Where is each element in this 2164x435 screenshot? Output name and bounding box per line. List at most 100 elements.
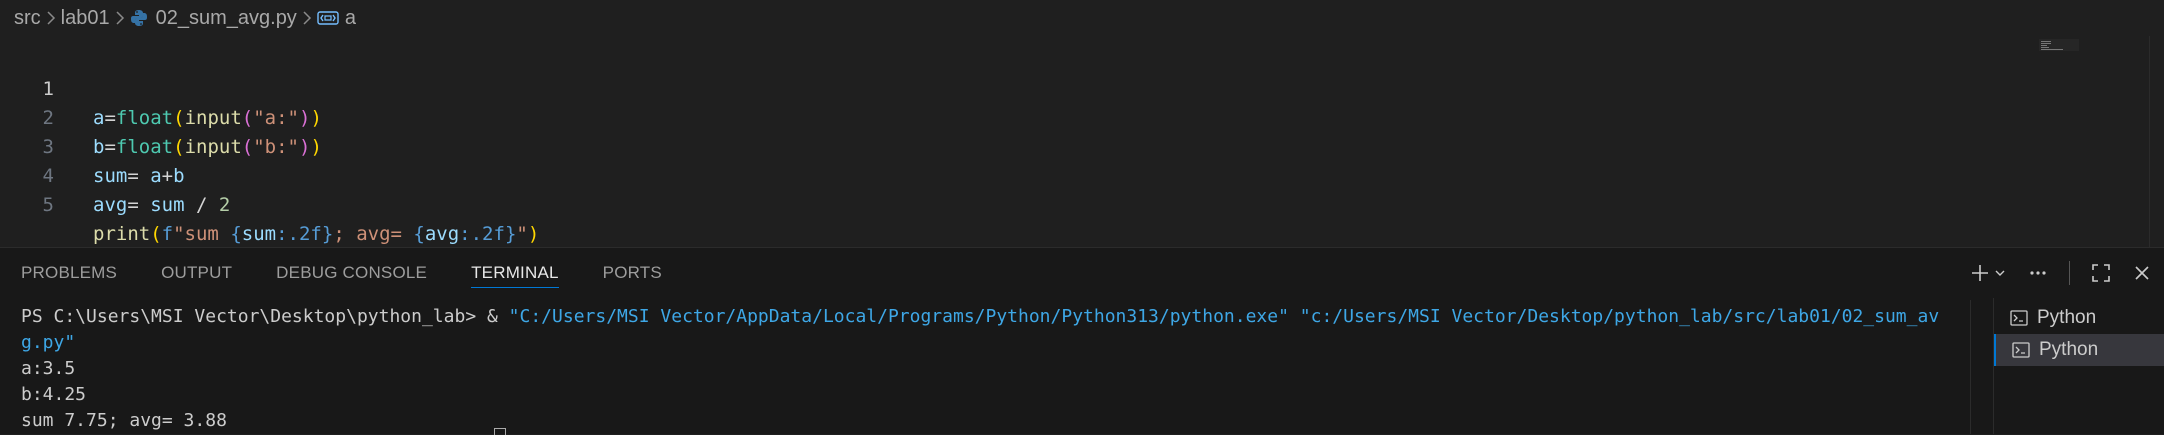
close-panel-button[interactable] xyxy=(2132,259,2152,287)
token: :.2f xyxy=(276,223,322,245)
token: = xyxy=(104,107,116,129)
token: b xyxy=(93,136,105,158)
token: b xyxy=(173,165,185,187)
token: } xyxy=(321,223,334,245)
terminal-script-path-wrap: g.py" xyxy=(21,332,76,353)
breadcrumb-file[interactable]: 02_sum_avg.py xyxy=(130,7,297,30)
breadcrumb-lab01[interactable]: lab01 xyxy=(61,7,110,30)
terminal-list-label: Python xyxy=(2037,307,2097,328)
variable-symbol-icon xyxy=(317,11,339,25)
token: = xyxy=(104,136,116,158)
toolbar-divider xyxy=(2069,261,2070,285)
token: avg xyxy=(93,194,128,216)
token: avg xyxy=(424,223,460,245)
maximize-panel-button[interactable] xyxy=(2090,259,2112,287)
chevron-right-icon xyxy=(110,7,130,30)
token: float xyxy=(115,136,174,158)
token: + xyxy=(161,165,174,187)
terminal-output-line: b:4.25 xyxy=(21,384,87,405)
tab-problems[interactable]: PROBLEMS xyxy=(21,248,117,298)
token: sum xyxy=(93,165,128,187)
token: float xyxy=(115,107,174,129)
terminal-command-line: PS C:\Users\MSI Vector\Desktop\python_la… xyxy=(21,304,1939,330)
token: ( xyxy=(173,107,185,129)
terminal-list-item[interactable]: Python xyxy=(1994,302,2164,334)
token: print xyxy=(93,223,151,245)
token: ( xyxy=(241,107,254,129)
token: input xyxy=(184,107,242,129)
chevron-right-icon xyxy=(297,7,317,30)
token: / xyxy=(184,194,219,216)
terminal-list: Python Python xyxy=(1993,298,2164,434)
token: input xyxy=(184,136,242,158)
tab-output[interactable]: OUTPUT xyxy=(161,248,232,298)
token: 2 xyxy=(218,194,231,216)
token: ) xyxy=(527,223,540,245)
breadcrumb-src[interactable]: src xyxy=(14,7,41,30)
token: "a:" xyxy=(253,107,299,129)
token: ( xyxy=(241,136,254,158)
panel-tabs: PROBLEMS OUTPUT DEBUG CONSOLE TERMINAL P… xyxy=(0,248,706,298)
plus-icon xyxy=(1972,265,1988,281)
editor-scrollbar[interactable] xyxy=(2149,36,2164,247)
code-editor[interactable]: 1 a=float(input("a:")) 2 b=float(input("… xyxy=(0,36,2164,247)
terminal-space xyxy=(1289,306,1300,327)
code-line-1[interactable]: 1 a=float(input("a:")) xyxy=(0,46,322,129)
token: ) xyxy=(310,107,322,129)
token: " xyxy=(516,223,528,245)
terminal-prompt: PS C:\Users\MSI Vector\Desktop\python_la… xyxy=(21,306,509,327)
maximize-icon xyxy=(2092,264,2110,282)
chevron-down-icon xyxy=(1995,270,2005,276)
token: = xyxy=(127,194,151,216)
tab-ports[interactable]: PORTS xyxy=(603,248,662,298)
terminal-output[interactable]: PS C:\Users\MSI Vector\Desktop\python_la… xyxy=(0,298,1975,434)
panel-actions xyxy=(1969,248,2152,298)
code-line-4[interactable]: 4 avg= sum / 2 xyxy=(0,133,231,216)
python-file-icon xyxy=(130,10,147,27)
breadcrumb-file-label: 02_sum_avg.py xyxy=(155,6,297,29)
terminal-icon xyxy=(2012,342,2030,358)
code-line-5[interactable]: 5 print(f"sum {sum:.2f}; avg= {avg:.2f}"… xyxy=(0,162,540,245)
new-terminal-button[interactable] xyxy=(1969,259,2007,287)
token: "b:" xyxy=(253,136,299,158)
terminal-cursor xyxy=(494,428,506,435)
token: sum xyxy=(150,194,185,216)
terminal-scrollbar[interactable] xyxy=(1970,300,1971,434)
token: } xyxy=(504,223,517,245)
terminal-exe-path: "C:/Users/MSI Vector/AppData/Local/Progr… xyxy=(508,306,1289,327)
terminal-output-line: a:3.5 xyxy=(21,358,76,379)
token: a xyxy=(150,165,162,187)
terminal-list-item-selected[interactable]: Python xyxy=(1994,334,2164,366)
token: ) xyxy=(298,107,311,129)
terminal-icon xyxy=(2010,310,2028,326)
terminal-list-label: Python xyxy=(2039,339,2099,360)
token: "sum xyxy=(173,223,231,245)
code-line-2[interactable]: 2 b=float(input("b:")) xyxy=(0,75,322,158)
breadcrumb-symbol-label: a xyxy=(344,6,356,29)
terminal-output-line: sum 7.75; avg= 3.88 xyxy=(21,410,227,431)
more-actions-button[interactable] xyxy=(2027,259,2049,287)
token: ( xyxy=(173,136,185,158)
token: ( xyxy=(150,223,162,245)
token: ; avg= xyxy=(333,223,414,245)
close-icon xyxy=(2135,266,2149,280)
token: :.2f xyxy=(459,223,505,245)
token: ) xyxy=(298,136,311,158)
token: f xyxy=(161,223,174,245)
token: { xyxy=(413,223,425,245)
token: { xyxy=(230,223,242,245)
terminal-script-path: "c:/Users/MSI Vector/Desktop/python_lab/… xyxy=(1299,306,1940,327)
token: = xyxy=(127,165,151,187)
token: ) xyxy=(310,136,322,158)
token: sum xyxy=(241,223,277,245)
breadcrumb-symbol[interactable]: a xyxy=(317,7,356,30)
chevron-right-icon xyxy=(41,7,61,30)
minimap[interactable] xyxy=(2039,39,2079,51)
breadcrumb: src lab01 02_sum_avg.py a xyxy=(0,0,2164,36)
tab-debug-console[interactable]: DEBUG CONSOLE xyxy=(276,248,427,298)
token: a xyxy=(93,107,105,129)
bottom-panel: PROBLEMS OUTPUT DEBUG CONSOLE TERMINAL P… xyxy=(0,247,2164,435)
line-number: 5 xyxy=(42,194,54,216)
code-line-3[interactable]: 3 sum= a+b xyxy=(0,104,185,187)
tab-terminal[interactable]: TERMINAL xyxy=(471,248,559,298)
